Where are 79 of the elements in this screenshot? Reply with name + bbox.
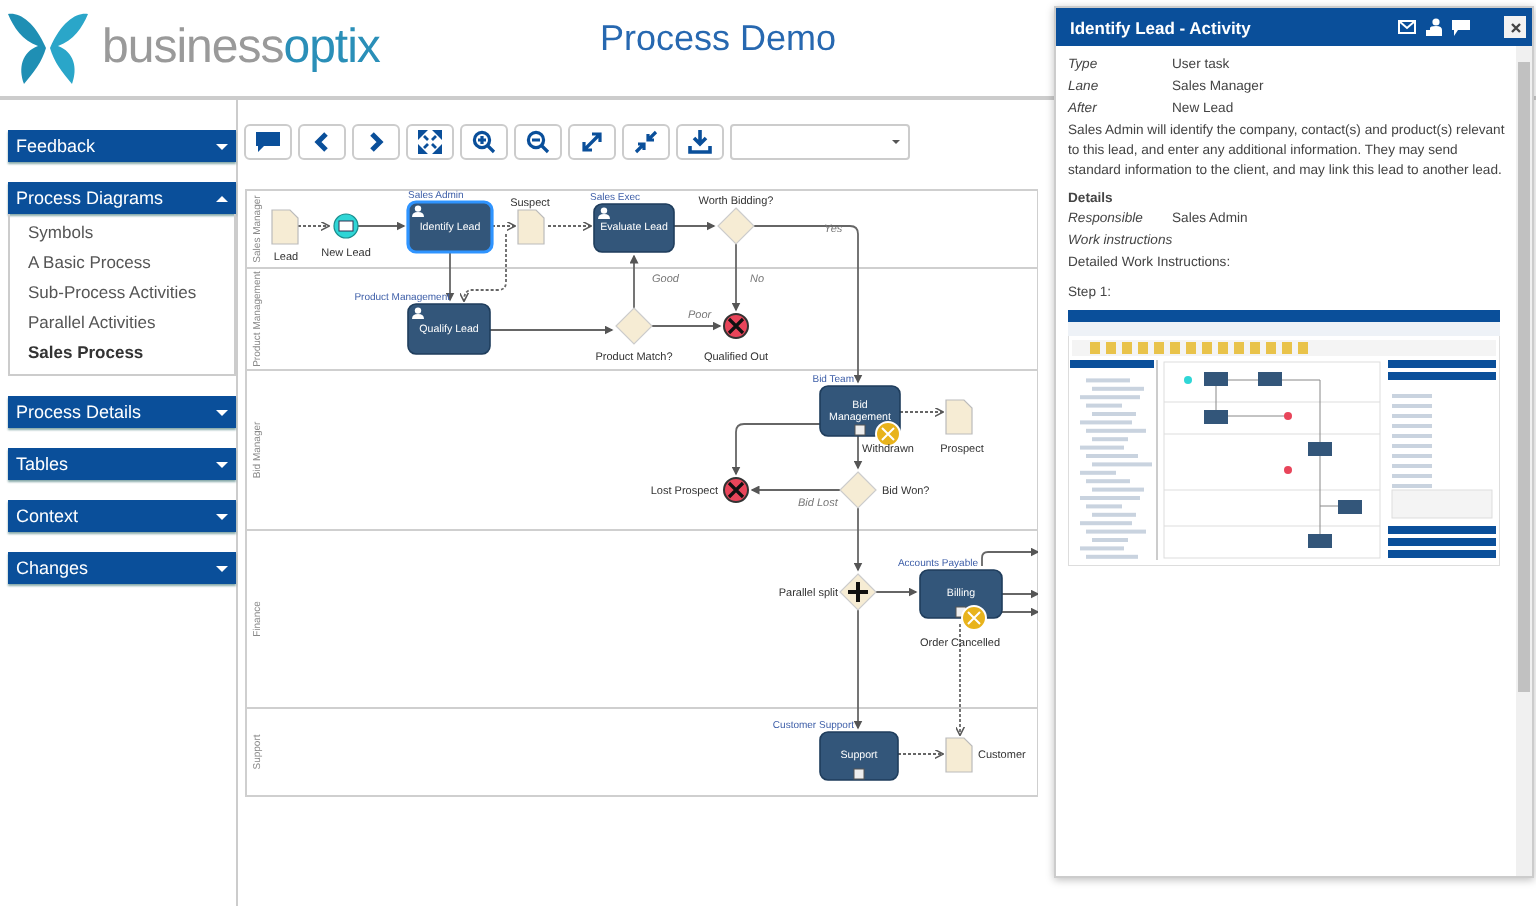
sequence-flow-arrow (673, 221, 716, 231)
user-tag-icon[interactable] (1426, 18, 1442, 36)
sequence-flow-arrow (853, 507, 863, 572)
document-icon (945, 737, 973, 773)
subprocess-marker-icon (854, 424, 866, 436)
accordion-header[interactable]: Context (8, 500, 236, 532)
fit-to-screen-button[interactable] (406, 124, 454, 160)
close-icon (1509, 21, 1521, 33)
association-arrow (897, 748, 945, 760)
plus-icon (846, 580, 870, 604)
comment-icon[interactable] (1452, 19, 1470, 35)
sequence-flow-arrow (629, 254, 639, 309)
sequence-flow-arrow (981, 547, 1038, 567)
user-icon (412, 205, 424, 217)
panel-title: Identify Lead - Activity (1070, 17, 1253, 37)
accordion-header[interactable]: Process Diagrams (8, 182, 236, 214)
task-shape[interactable] (407, 303, 491, 355)
scrollbar[interactable] (1516, 46, 1532, 876)
comment-button[interactable] (244, 124, 292, 160)
diagram-link[interactable]: Sales Process (10, 338, 234, 368)
envelope-icon[interactable] (1398, 20, 1416, 34)
subprocess-marker-icon (853, 768, 865, 780)
diagram-link[interactable]: Symbols (10, 218, 234, 248)
download-button[interactable] (676, 124, 724, 160)
diagram-link[interactable]: Parallel Activities (10, 308, 234, 338)
sequence-flow-arrow (875, 587, 918, 597)
gateway-diamond (615, 307, 653, 345)
expand-arrows-icon (580, 130, 604, 154)
sequence-flow-arrow (1001, 607, 1038, 617)
message-start-event-icon (333, 213, 359, 239)
association-arrow (899, 406, 945, 418)
expand-button[interactable] (568, 124, 616, 160)
task-shape[interactable] (593, 203, 675, 253)
diagram-link[interactable]: A Basic Process (10, 248, 234, 278)
back-button[interactable] (298, 124, 346, 160)
user-icon (598, 207, 610, 219)
forward-button[interactable] (352, 124, 400, 160)
sequence-flow-arrow (357, 221, 406, 231)
collapse-button[interactable] (622, 124, 670, 160)
fit-screen-icon (418, 130, 442, 154)
sequence-flow-arrow (651, 321, 722, 331)
logo-wordmark: businessoptix (102, 20, 380, 76)
task-shape[interactable] (819, 731, 899, 781)
page-title: Process Demo (600, 18, 837, 60)
association-arrow (547, 220, 593, 232)
document-icon (517, 209, 545, 245)
zoom-out-button[interactable] (514, 124, 562, 160)
parallel-gateway-icon (839, 573, 877, 611)
accordion-header[interactable]: Tables (8, 448, 236, 480)
collapse-arrows-icon (634, 130, 658, 154)
accordion-header[interactable]: Process Details (8, 396, 236, 428)
zoom-in-button[interactable] (460, 124, 508, 160)
chevron-left-icon (314, 132, 330, 152)
sequence-flow-arrow (750, 485, 841, 495)
sequence-flow-arrow (489, 325, 614, 335)
gateway-diamond (839, 471, 877, 509)
document-icon (945, 399, 973, 435)
sequence-flow-arrow (731, 243, 741, 312)
close-button[interactable] (1504, 16, 1526, 38)
association-arrow (297, 220, 331, 232)
sequence-flow-arrow (853, 609, 863, 730)
sequence-flow-arrow (853, 435, 863, 470)
butterfly-logo-icon (6, 8, 90, 88)
zoom-out-icon (526, 130, 550, 154)
diagram-link[interactable]: Sub-Process Activities (10, 278, 234, 308)
download-icon (688, 130, 712, 154)
sequence-flow-arrow (1001, 589, 1038, 599)
dropdown-field[interactable] (730, 124, 910, 160)
task-shape[interactable] (406, 200, 494, 254)
accordion-header[interactable]: Changes (8, 552, 236, 584)
user-icon (412, 307, 424, 319)
gateway-diamond (717, 207, 755, 245)
accordion-header[interactable]: Feedback (8, 130, 236, 162)
document-icon (271, 209, 299, 245)
sequence-flow-arrow (731, 423, 821, 476)
task-shape[interactable] (919, 569, 1003, 619)
speech-bubble-icon (256, 132, 280, 152)
chevron-right-icon (368, 132, 384, 152)
zoom-in-icon (472, 130, 496, 154)
